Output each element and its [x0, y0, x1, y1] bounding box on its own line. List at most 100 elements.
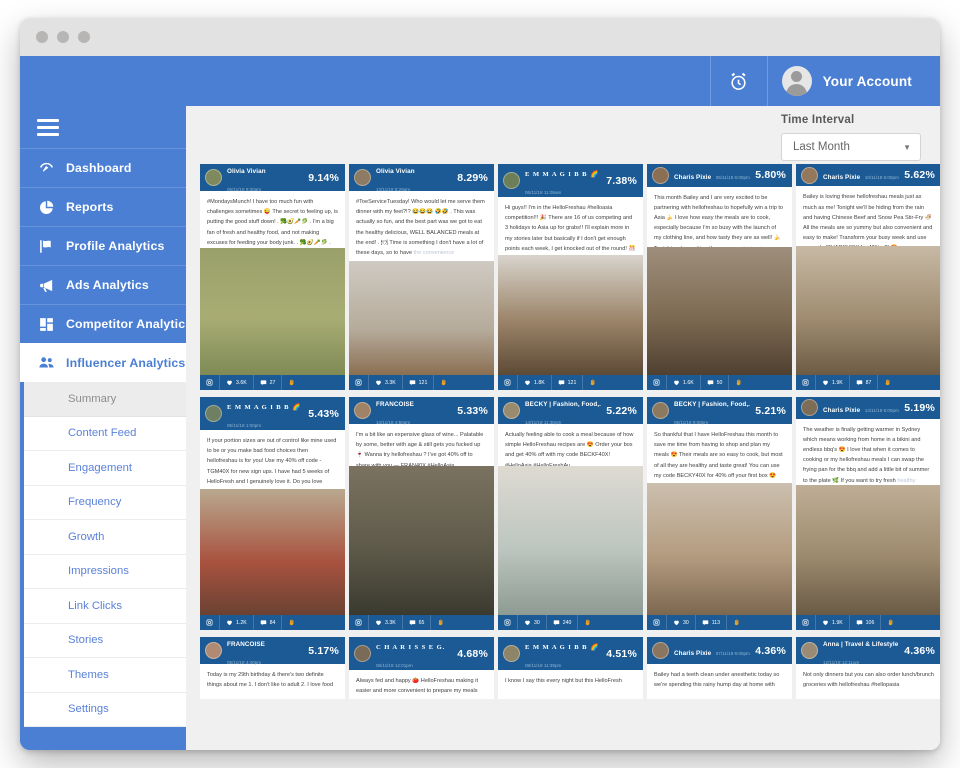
post-image[interactable]: [796, 246, 940, 375]
influencer-card[interactable]: Anna | Travel & Lifestyle 12/11/18 12:11…: [796, 637, 940, 699]
sidebar-subitem-summary[interactable]: Summary: [24, 382, 186, 417]
comments-count: 240: [563, 620, 572, 626]
card-footer: 1.2K 84: [200, 615, 345, 630]
comments-stat: 65: [403, 615, 432, 630]
card-header: BECKY | Fashion, Food,... 14/11/18 11:30…: [498, 397, 643, 424]
speedometer-icon: [37, 159, 55, 177]
card-header: FRANCOISE 14/11/18 4:50pm 5.33%: [349, 397, 494, 424]
influencer-avatar: [354, 645, 371, 662]
likes-count: 3.3K: [385, 620, 396, 626]
alarm-clock-icon[interactable]: [711, 56, 767, 106]
post-image[interactable]: [647, 247, 792, 375]
sidebar-subitem-growth[interactable]: Growth: [24, 520, 186, 555]
sidebar-filler: [20, 727, 186, 750]
post-caption: #ToeServiceTuesday! Who would let me ser…: [349, 191, 494, 261]
post-image[interactable]: [647, 483, 792, 615]
window-close-dot[interactable]: [36, 31, 48, 43]
main-content: Time Interval Last Month ▼ Olivia Vivian…: [186, 106, 940, 750]
sidebar-item-dashboard[interactable]: Dashboard: [20, 148, 186, 187]
account-menu[interactable]: Your Account: [768, 56, 940, 106]
engagement-rate: 9.14%: [308, 172, 339, 184]
post-image[interactable]: [200, 248, 345, 375]
flag-icon: [37, 237, 55, 255]
time-interval-select[interactable]: Last Month ▼: [781, 133, 921, 161]
people-icon: [37, 354, 55, 372]
post-caption: I know I say this every night but this H…: [498, 670, 643, 689]
hand-icon: [434, 375, 453, 390]
subitem-label: Link Clicks: [68, 600, 122, 612]
post-image[interactable]: [349, 466, 494, 615]
sidebar-item-competitor-analytics[interactable]: Competitor Analytics: [20, 304, 186, 343]
caption-truncated-tail: the convenience: [412, 250, 454, 256]
influencer-card[interactable]: Charis Pixie 13/11/18 6:00pm 5.19% The w…: [796, 397, 940, 630]
card-header: Olivia Vivian 13/11/18 8:29am 8.29%: [349, 164, 494, 191]
engagement-rate: 5.62%: [904, 169, 935, 181]
influencer-card[interactable]: E M M A G I B B 🌈 PERTH 05/11/18 1:00pm …: [200, 397, 345, 630]
card-header: BECKY | Fashion, Food,... 05/11/18 9:08p…: [647, 397, 792, 424]
subitem-label: Stories: [68, 634, 103, 646]
influencer-card[interactable]: Charis Pixie 10/11/18 6:00pm 5.62% Baile…: [796, 164, 940, 390]
influencer-name: E M M A G I B B 🌈 PERTH: [525, 171, 601, 178]
likes-stat: 1.6K: [667, 375, 701, 390]
window-maximize-dot[interactable]: [78, 31, 90, 43]
sidebar-subitem-engagement[interactable]: Engagement: [24, 451, 186, 486]
comments-count: 106: [866, 620, 875, 626]
influencer-avatar: [652, 642, 669, 659]
sidebar-subitem-frequency[interactable]: Frequency: [24, 486, 186, 521]
influencer-card[interactable]: Charis Pixie 07/11/18 6:00pm 4.36% Baile…: [647, 637, 792, 699]
influencer-card[interactable]: C H A R I S S E G. 06/11/18 12:01pm 4.68…: [349, 637, 494, 699]
sidebar-subitem-impressions[interactable]: Impressions: [24, 555, 186, 590]
post-image[interactable]: [498, 466, 643, 615]
comments-stat: 240: [547, 615, 579, 630]
sidebar-item-label: Ads Analytics: [66, 278, 149, 292]
influencer-card[interactable]: Olivia Vivian 05/11/18 9:30am 9.14% #Mon…: [200, 164, 345, 390]
sidebar-item-ads-analytics[interactable]: Ads Analytics: [20, 265, 186, 304]
sidebar-subitem-stories[interactable]: Stories: [24, 624, 186, 659]
influencer-name: Olivia Vivian: [376, 168, 415, 175]
influencer-card[interactable]: BECKY | Fashion, Food,... 05/11/18 9:08p…: [647, 397, 792, 630]
hand-icon: [583, 375, 602, 390]
influencer-card[interactable]: FRANCOISE 05/11/18 4:40pm 5.17% Today is…: [200, 637, 345, 699]
card-header: E M M A G I B B 🌈 PERTH 06/11/18 11:09am…: [498, 164, 643, 197]
post-image[interactable]: [796, 485, 940, 615]
post-caption: This month Bailey and I are very excited…: [647, 187, 792, 247]
influencer-avatar: [801, 399, 818, 416]
comments-stat: 106: [850, 615, 882, 630]
post-caption: Bailey is loving these hellofreshau meal…: [796, 186, 940, 246]
card-footer: 1.6K 50: [647, 375, 792, 390]
influencer-card[interactable]: Charis Pixie 05/11/18 6:00pm 5.80% This …: [647, 164, 792, 390]
sidebar-subitem-settings[interactable]: Settings: [24, 693, 186, 728]
engagement-rate: 4.51%: [606, 648, 637, 660]
post-image[interactable]: [498, 255, 643, 375]
card-header: Charis Pixie 07/11/18 6:00pm 4.36%: [647, 637, 792, 664]
influencer-card[interactable]: FRANCOISE 14/11/18 4:50pm 5.33% I'm a bi…: [349, 397, 494, 630]
instagram-source-icon: [796, 375, 816, 390]
window-minimize-dot[interactable]: [57, 31, 69, 43]
influencer-card[interactable]: E M M A G I B B 🌈 PERTH 06/11/18 11:09am…: [498, 164, 643, 390]
influencer-avatar: [503, 645, 520, 662]
likes-count: 1.9K: [832, 620, 843, 626]
sidebar-item-label: Competitor Analytics: [66, 317, 192, 331]
subitem-label: Engagement: [68, 462, 132, 474]
card-header-meta: E M M A G I B B 🌈 PERTH 06/11/18 11:09am: [525, 164, 601, 199]
influencer-avatar: [205, 642, 222, 659]
instagram-source-icon: [498, 375, 518, 390]
sidebar-subitem-link-clicks[interactable]: Link Clicks: [24, 589, 186, 624]
influencer-avatar: [801, 642, 818, 659]
likes-count: 1.6K: [683, 380, 694, 386]
sidebar-subitem-themes[interactable]: Themes: [24, 658, 186, 693]
influencer-card[interactable]: BECKY | Fashion, Food,... 14/11/18 11:30…: [498, 397, 643, 630]
post-caption: Not only dinners but you can also order …: [796, 664, 940, 693]
sidebar-item-influencer-analytics[interactable]: Influencer Analytics: [20, 343, 186, 382]
post-image[interactable]: [349, 261, 494, 375]
post-image[interactable]: [200, 489, 345, 615]
likes-count: 1.9K: [832, 380, 843, 386]
influencer-name: C H A R I S S E G.: [376, 644, 445, 651]
sidebar-subitem-content-feed[interactable]: Content Feed: [24, 417, 186, 452]
sidebar-item-reports[interactable]: Reports: [20, 187, 186, 226]
post-caption: Always fed and happy 🍅 HelloFreshau maki…: [349, 670, 494, 699]
sidebar-item-profile-analytics[interactable]: Profile Analytics: [20, 226, 186, 265]
influencer-card[interactable]: Olivia Vivian 13/11/18 8:29am 8.29% #Toe…: [349, 164, 494, 390]
hamburger-menu-icon[interactable]: [20, 106, 186, 148]
influencer-card[interactable]: E M M A G I B B 🌈 PERTH 08/11/18 11:39pm…: [498, 637, 643, 699]
